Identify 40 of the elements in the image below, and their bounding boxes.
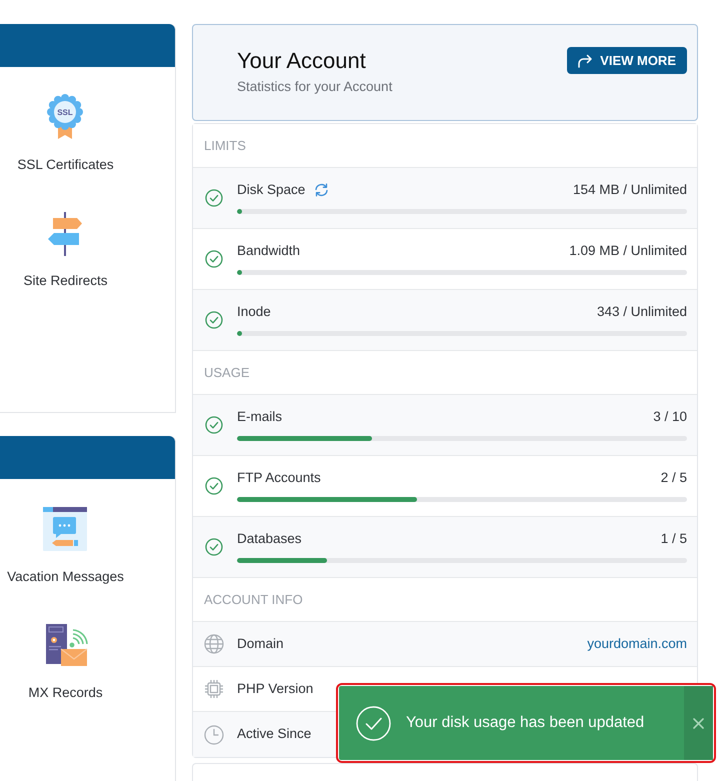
stat-value: 1.09 MB / Unlimited [569,243,687,259]
info-label: Active Since [237,725,312,744]
refresh-icon[interactable] [314,183,330,197]
feature-link[interactable]: Vacation Messages [7,506,124,585]
info-value-link[interactable]: yourdomain.com [587,634,687,654]
check-circle-icon [205,538,223,556]
chip-icon [204,679,224,699]
stat-label: Databases [237,531,302,547]
stat-label: E-mails [237,409,282,425]
close-icon [693,718,704,728]
feature-link[interactable]: SSL SSL Certificates [17,94,114,173]
check-circle-icon [356,706,391,740]
stat-value: 1 / 5 [660,531,687,547]
clock-icon [204,724,224,744]
check-circle-icon [205,416,223,434]
stat-value: 2 / 5 [660,470,687,486]
account-title: Your Account [237,47,367,75]
info-label: PHP Version [237,680,314,698]
globe-icon [204,634,224,654]
stat-value: 154 MB / Unlimited [572,182,687,198]
feature-link[interactable]: MX Records [28,622,103,701]
check-circle-icon [205,311,223,329]
stat-label: FTP Accounts [237,470,321,486]
toast-message: Your disk usage has been updated [406,713,646,734]
check-circle-icon [205,189,223,207]
stat-value: 3 / 10 [653,409,687,425]
forward-arrow-icon [577,54,594,68]
info-label: Domain [237,634,284,653]
stat-value: 343 / Unlimited [596,304,687,320]
message-window-icon [42,506,88,552]
check-circle-icon [205,250,223,268]
stat-label: Disk Space [237,182,306,198]
section-heading: LIMITS [193,124,697,168]
feature-link[interactable]: Site Redirects [23,210,108,289]
stat-label: Inode [237,304,271,320]
view-more-button[interactable]: VIEW MORE [567,47,687,74]
close-button[interactable] [684,686,713,760]
account-subtitle: Statistics for your Account [237,79,392,95]
check-circle-icon [205,477,223,495]
stat-label: Bandwidth [237,243,300,259]
